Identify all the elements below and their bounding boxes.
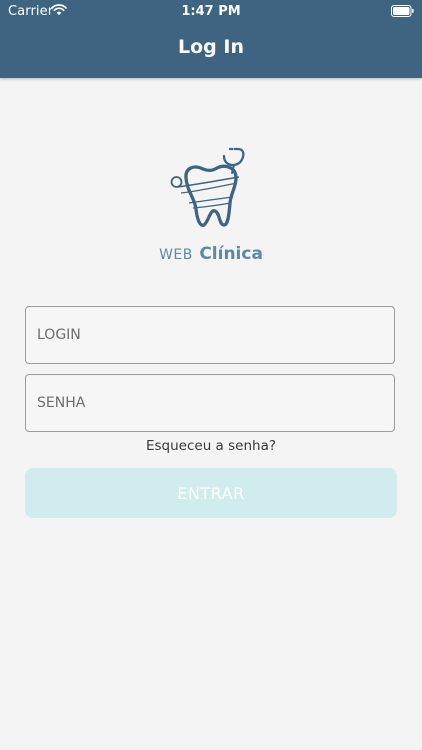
login-input[interactable] (25, 306, 395, 364)
password-input[interactable] (25, 374, 395, 432)
status-bar: Carrier 1:47 PM (0, 0, 422, 24)
brand-wordmark: WEB Clínica (0, 244, 422, 264)
brand-name: Clínica (199, 244, 263, 264)
navigation-header: Carrier 1:47 PM Log In (0, 0, 422, 78)
brand-prefix: WEB (159, 247, 193, 263)
tooth-logo-icon (170, 147, 245, 227)
battery-icon (391, 5, 414, 17)
clock: 1:47 PM (181, 4, 241, 19)
forgot-password-link[interactable]: Esqueceu a senha? (0, 438, 422, 454)
submit-button[interactable]: ENTRAR (25, 468, 397, 518)
page-title: Log In (178, 36, 244, 58)
